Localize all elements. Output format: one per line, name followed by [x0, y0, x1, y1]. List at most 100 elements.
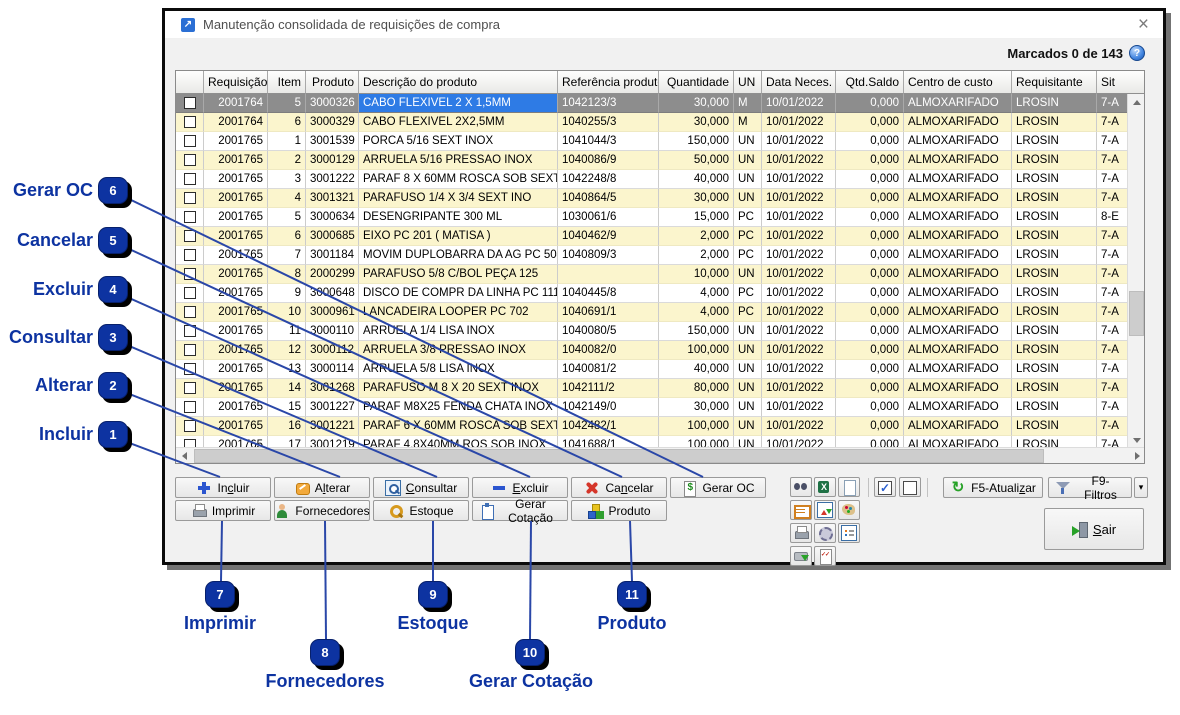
column-header-Produto: Produto	[306, 71, 359, 94]
cell-Data Neces.: 10/01/2022	[762, 151, 836, 170]
close-icon[interactable]: ×	[1138, 13, 1149, 37]
cell-select	[176, 132, 204, 151]
incluir-button[interactable]: Incluir	[175, 477, 271, 498]
cell-Centro de custo: ALMOXARIFADO	[904, 360, 1012, 379]
table-row[interactable]: 200176523000129ARRUELA 5/16 PRESSAO INOX…	[176, 151, 1129, 170]
table-row[interactable]: 2001765143001268PARAFUSO M 8 X 20 SEXT I…	[176, 379, 1129, 398]
table-row[interactable]: 200176453000326CABO FLEXIVEL 2 X 1,5MM10…	[176, 94, 1129, 113]
scroll-left-button[interactable]	[176, 448, 193, 464]
row-checkbox[interactable]	[184, 173, 196, 185]
search-icon	[385, 480, 401, 496]
cell-Produto: 2000299	[306, 265, 359, 284]
cell-Referência produto	[558, 265, 659, 284]
row-checkbox[interactable]	[184, 268, 196, 280]
f9-filters-button[interactable]: F9-Filtros	[1048, 477, 1132, 498]
filters-dropdown-button[interactable]: ▾	[1134, 477, 1148, 498]
cell-Data Neces.: 10/01/2022	[762, 417, 836, 436]
cell-Produto: 3000329	[306, 113, 359, 132]
row-checkbox[interactable]	[184, 230, 196, 242]
vertical-scroll-thumb[interactable]	[1129, 291, 1144, 336]
cell-select	[176, 151, 204, 170]
row-checkbox[interactable]	[184, 97, 196, 109]
list-view-button[interactable]	[838, 523, 860, 543]
horizontal-scrollbar[interactable]	[176, 447, 1145, 463]
callout-label-1: Incluir	[0, 424, 93, 445]
row-checkbox[interactable]	[184, 116, 196, 128]
row-checkbox[interactable]	[184, 192, 196, 204]
cell-Quantidade: 100,000	[659, 341, 734, 360]
imprimir-button[interactable]: Imprimir	[175, 500, 271, 521]
excel-export-button[interactable]	[814, 477, 836, 497]
table-row[interactable]: 200176593000648DISCO DE COMPR DA LINHA P…	[176, 284, 1129, 303]
cell-Qtd.Saldo: 0,000	[836, 379, 904, 398]
checklist-button[interactable]	[814, 546, 836, 566]
help-icon[interactable]: ?	[1129, 45, 1145, 61]
callout-badge-6: 6	[98, 177, 128, 204]
row-checkbox[interactable]	[184, 344, 196, 356]
row-checkbox[interactable]	[184, 325, 196, 337]
gear-button[interactable]	[814, 523, 836, 543]
cell-select	[176, 322, 204, 341]
consultar-button[interactable]: Consultar	[373, 477, 469, 498]
row-checkbox[interactable]	[184, 363, 196, 375]
row-checkbox[interactable]	[184, 249, 196, 261]
cell-Requisitante: LROSIN	[1012, 265, 1097, 284]
uncheck-all-button[interactable]	[899, 477, 921, 497]
cell-Centro de custo: ALMOXARIFADO	[904, 113, 1012, 132]
table-row[interactable]: 2001765163001221PARAF 6 X 60MM ROSCA SOB…	[176, 417, 1129, 436]
excel-export-icon	[817, 479, 833, 495]
table-row[interactable]: 200176463000329CABO FLEXIVEL 2X2,5MM1040…	[176, 113, 1129, 132]
table-row[interactable]: 200176553000634DESENGRIPANTE 300 ML10300…	[176, 208, 1129, 227]
scroll-up-button[interactable]	[1128, 94, 1145, 111]
row-checkbox[interactable]	[184, 420, 196, 432]
refresh-icon: ↻	[950, 480, 966, 496]
check-all-button[interactable]	[874, 477, 896, 497]
goldsearch-icon	[388, 503, 404, 519]
gerar-oc-button[interactable]: Gerar OC	[670, 477, 766, 498]
sair-button[interactable]: Sair	[1044, 508, 1144, 550]
cell-Referência produto: 1040445/8	[558, 284, 659, 303]
alterar-button[interactable]: Alterar	[274, 477, 370, 498]
f5-refresh-button[interactable]: ↻ F5-Atualizar	[943, 477, 1043, 498]
horizontal-scroll-thumb[interactable]	[194, 449, 1044, 463]
row-checkbox[interactable]	[184, 382, 196, 394]
table-row[interactable]: 200176513001539PORCA 5/16 SEXT INOX10410…	[176, 132, 1129, 151]
table-row[interactable]: 200176543001321PARAFUSO 1/4 X 3/4 SEXT I…	[176, 189, 1129, 208]
fornecedores-button[interactable]: Fornecedores	[274, 500, 370, 521]
estoque-button[interactable]: Estoque	[373, 500, 469, 521]
binoculars-button[interactable]	[790, 477, 812, 497]
table-row[interactable]: 2001765123000112ARRUELA 3/8 PRESSAO INOX…	[176, 341, 1129, 360]
table-row[interactable]: 200176582000299PARAFUSO 5/8 C/BOL PEÇA 1…	[176, 265, 1129, 284]
row-checkbox[interactable]	[184, 306, 196, 318]
gerar-cotacao-button[interactable]: Gerar Cotação	[472, 500, 568, 521]
table-row[interactable]: 2001765153001227PARAF M8X25 FENDA CHATA …	[176, 398, 1129, 417]
vertical-scrollbar[interactable]	[1127, 94, 1144, 449]
row-checkbox[interactable]	[184, 135, 196, 147]
table-row[interactable]: 200176533001222PARAF 8 X 60MM ROSCA SOB …	[176, 170, 1129, 189]
cell-select	[176, 246, 204, 265]
new-document-button[interactable]	[838, 477, 860, 497]
print-setup-button[interactable]	[790, 523, 812, 543]
table-row[interactable]: 200176563000685EIXO PC 201 ( MATISA )104…	[176, 227, 1129, 246]
sort-order-button[interactable]	[814, 500, 836, 520]
print-export-button[interactable]	[790, 546, 812, 566]
table-row[interactable]: 2001765113000110ARRUELA 1/4 LISA INOX104…	[176, 322, 1129, 341]
palette-button[interactable]	[838, 500, 860, 520]
row-checkbox[interactable]	[184, 287, 196, 299]
scroll-right-button[interactable]	[1129, 448, 1145, 464]
table-row[interactable]: 2001765133000114ARRUELA 5/8 LISA INOX104…	[176, 360, 1129, 379]
produto-button[interactable]: Produto	[571, 500, 667, 521]
cell-Descrição do produto: ARRUELA 3/8 PRESSAO INOX	[359, 341, 558, 360]
table-row[interactable]: 2001765103000961LANCADEIRA LOOPER PC 702…	[176, 303, 1129, 322]
checklist-icon	[817, 548, 833, 564]
cell-Referência produto: 1042482/1	[558, 417, 659, 436]
table-row[interactable]: 200176573001184MOVIM DUPLOBARRA DA AG PC…	[176, 246, 1129, 265]
cancelar-button[interactable]: Cancelar	[571, 477, 667, 498]
print-export-icon	[793, 548, 809, 564]
row-checkbox[interactable]	[184, 154, 196, 166]
grid-settings-button[interactable]	[790, 500, 812, 520]
row-checkbox[interactable]	[184, 401, 196, 413]
excluir-button[interactable]: Excluir	[472, 477, 568, 498]
cell-Qtd.Saldo: 0,000	[836, 398, 904, 417]
row-checkbox[interactable]	[184, 211, 196, 223]
